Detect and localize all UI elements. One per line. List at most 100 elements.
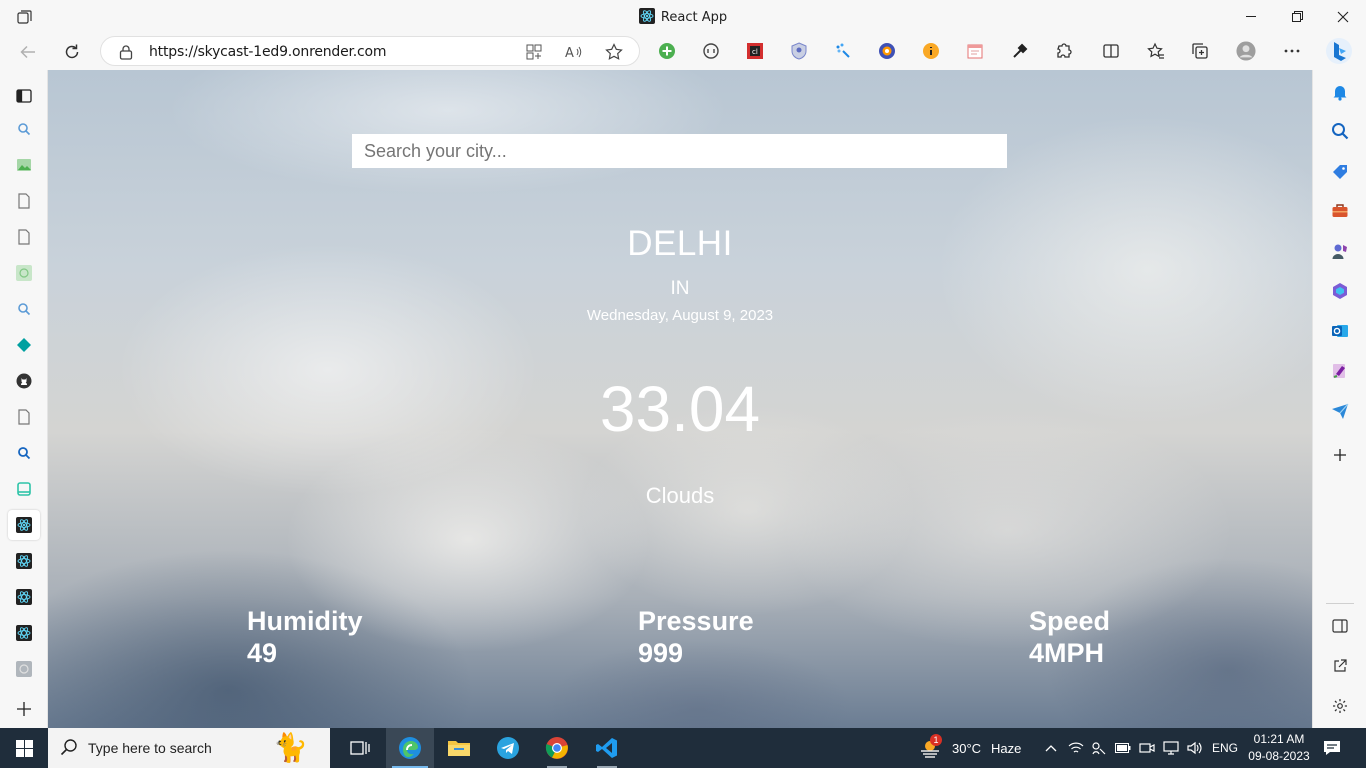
clock-time: 01:21 AM xyxy=(1253,732,1305,746)
tab-document-icon[interactable] xyxy=(14,407,34,427)
tab-document-icon[interactable] xyxy=(14,191,34,211)
close-button[interactable] xyxy=(1320,0,1366,33)
edge-icon xyxy=(399,737,421,759)
bing-copilot-icon[interactable] xyxy=(1324,36,1354,66)
taskbar-telegram-button[interactable] xyxy=(484,728,532,768)
external-link-icon[interactable] xyxy=(1330,656,1350,676)
chrome-icon xyxy=(545,737,568,759)
notification-center-icon[interactable] xyxy=(1322,738,1342,758)
tab-document-icon[interactable] xyxy=(14,227,34,247)
split-screen-icon[interactable] xyxy=(1101,41,1121,61)
lock-icon[interactable] xyxy=(119,44,133,65)
tab-sheet-icon[interactable] xyxy=(14,479,34,499)
country-code: IN xyxy=(670,278,690,299)
tab-search-icon[interactable] xyxy=(14,119,34,139)
wifi-icon[interactable] xyxy=(1068,740,1084,756)
new-tab-plus-icon[interactable] xyxy=(14,699,34,719)
profile-avatar[interactable] xyxy=(1236,41,1256,61)
display-icon[interactable] xyxy=(1163,740,1179,756)
vscode-icon xyxy=(596,738,617,758)
extension-adobe-icon[interactable]: cl xyxy=(745,41,765,61)
extension-info-icon[interactable] xyxy=(921,41,941,61)
volume-icon[interactable] xyxy=(1187,740,1203,756)
city-name: DELHI xyxy=(627,224,733,263)
extension-loader-icon[interactable] xyxy=(833,41,853,61)
weather-haze-icon: 1 xyxy=(918,734,942,760)
tab-diamond-icon[interactable] xyxy=(14,335,34,355)
reload-button[interactable] xyxy=(57,37,87,67)
hide-sidebar-icon[interactable] xyxy=(1330,616,1350,636)
tab-react-faded-icon[interactable] xyxy=(14,263,34,283)
collections-icon[interactable] xyxy=(1190,41,1210,61)
minimize-button[interactable] xyxy=(1228,0,1274,33)
extension-color-icon[interactable] xyxy=(877,41,897,61)
add-sidebar-app-icon[interactable] xyxy=(1330,445,1350,465)
city-search-input[interactable] xyxy=(352,134,1007,168)
task-view-button[interactable] xyxy=(336,728,384,768)
search-highlight-cat-icon[interactable]: 🐈 xyxy=(273,730,308,766)
taskbar-weather-widget[interactable]: 1 30°C Haze xyxy=(918,728,1021,768)
battery-icon[interactable] xyxy=(1115,740,1131,756)
tab-react-icon[interactable] xyxy=(14,623,34,643)
favorite-star-icon[interactable] xyxy=(605,43,623,61)
extension-gear-icon[interactable] xyxy=(701,41,721,61)
outlook-icon[interactable] xyxy=(1330,321,1350,341)
sidebar-search-icon[interactable] xyxy=(1330,121,1350,141)
drop-send-icon[interactable] xyxy=(1330,401,1350,421)
microsoft-365-icon[interactable] xyxy=(1330,281,1350,301)
taskbar-clock[interactable]: 01:21 AM 09-08-2023 xyxy=(1244,731,1314,765)
color-picker-icon[interactable] xyxy=(1010,41,1030,61)
address-bar[interactable]: https://skycast-1ed9.onrender.com A xyxy=(100,36,640,66)
vertical-tabs-sidebar xyxy=(0,70,48,728)
touch-keyboard-icon[interactable] xyxy=(1090,740,1106,756)
taskbar-vscode-button[interactable] xyxy=(583,728,631,768)
games-icon[interactable] xyxy=(1330,241,1350,261)
url-text[interactable]: https://skycast-1ed9.onrender.com xyxy=(149,44,387,60)
edge-sidebar xyxy=(1312,70,1366,728)
wind-speed-label: Speed xyxy=(1029,606,1111,636)
sidebar-settings-gear-icon[interactable] xyxy=(1330,696,1350,716)
tab-react-icon[interactable] xyxy=(14,587,34,607)
designer-icon[interactable] xyxy=(1330,361,1350,381)
settings-more-icon[interactable] xyxy=(1282,41,1302,61)
tab-search-icon[interactable] xyxy=(14,443,34,463)
search-icon xyxy=(60,738,78,761)
taskbar-file-explorer-button[interactable] xyxy=(435,728,483,768)
taskbar-weather-temp: 30°C xyxy=(952,740,982,756)
pressure-label: Pressure xyxy=(638,606,754,636)
current-date: Wednesday, August 9, 2023 xyxy=(586,307,774,324)
tab-react-app-active[interactable] xyxy=(8,510,40,540)
read-aloud-icon[interactable]: A xyxy=(565,43,583,61)
tab-image-icon[interactable] xyxy=(14,155,34,175)
taskbar-search-placeholder: Type here to search xyxy=(88,740,212,756)
meet-now-icon[interactable] xyxy=(1139,740,1155,756)
tab-github-icon[interactable] xyxy=(14,371,34,391)
taskbar-chrome-button[interactable] xyxy=(533,728,581,768)
restore-button[interactable] xyxy=(1274,0,1320,33)
start-button[interactable] xyxy=(0,728,48,768)
extensions-puzzle-icon[interactable] xyxy=(1054,41,1074,61)
app-available-icon[interactable] xyxy=(525,43,543,61)
taskbar-search-box[interactable]: Type here to search 🐈 xyxy=(48,728,330,768)
input-language[interactable]: ENG xyxy=(1212,741,1238,755)
temperature-value: 33.04 xyxy=(599,373,761,445)
extension-calendar-icon[interactable] xyxy=(965,41,985,61)
tab-search-icon[interactable] xyxy=(14,299,34,319)
extension-add-icon[interactable] xyxy=(657,41,677,61)
folder-icon xyxy=(448,741,470,756)
tab-react-faded-icon[interactable] xyxy=(14,659,34,679)
tools-briefcase-icon[interactable] xyxy=(1330,201,1350,221)
extension-shield-icon[interactable] xyxy=(789,41,809,61)
humidity-value: 49 xyxy=(247,638,278,668)
browser-toolbar: https://skycast-1ed9.onrender.com A cl xyxy=(0,33,1366,70)
tab-react-icon[interactable] xyxy=(14,551,34,571)
show-hidden-icons-chevron-icon[interactable] xyxy=(1043,740,1059,756)
tab-panel-toggle-icon[interactable] xyxy=(14,86,34,106)
shopping-tag-icon[interactable] xyxy=(1330,162,1350,182)
favorites-icon[interactable] xyxy=(1146,41,1166,61)
back-button[interactable] xyxy=(13,37,43,67)
sidebar-divider xyxy=(1326,603,1354,604)
taskbar-edge-button[interactable] xyxy=(386,728,434,768)
taskbar-weather-desc: Haze xyxy=(991,740,1022,756)
notification-bell-icon[interactable] xyxy=(1330,82,1350,102)
